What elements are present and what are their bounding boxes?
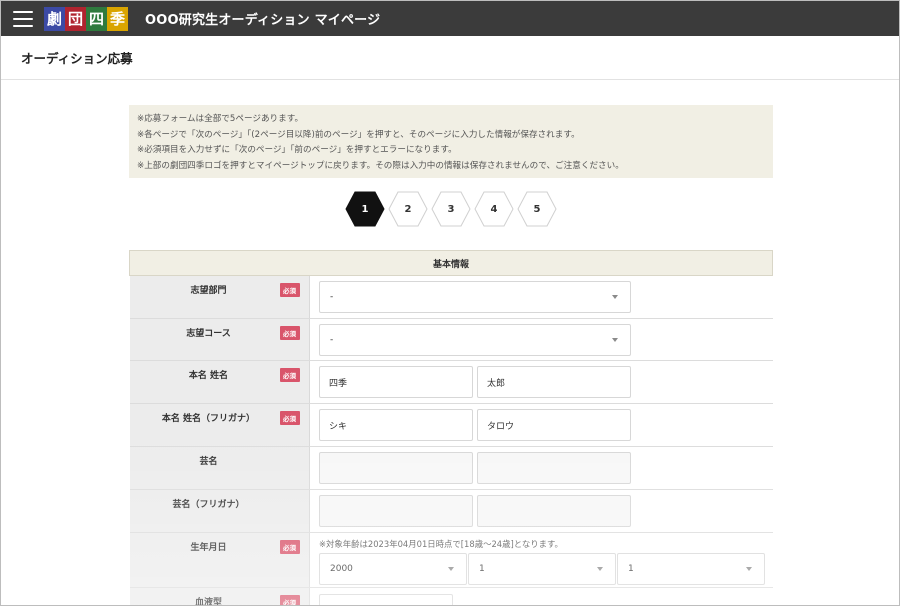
- select-value: 2000: [330, 564, 353, 574]
- last-name-input[interactable]: 四季: [319, 366, 473, 398]
- birth-month-select[interactable]: 1: [468, 553, 616, 585]
- select-value: 1: [628, 564, 634, 574]
- required-badge: 必須: [279, 326, 300, 340]
- logo-char-2: 団: [65, 6, 86, 31]
- birth-year-select[interactable]: 2000: [319, 553, 467, 585]
- logo-char-4: 季: [107, 6, 128, 31]
- step-label: 3: [447, 203, 455, 215]
- course-select[interactable]: -: [319, 323, 631, 356]
- select-value: -: [330, 334, 334, 345]
- field-label: 血液型: [194, 598, 222, 606]
- form-row-real-name-kana: 本名 姓名（フリガナ） 必須 シキ タロウ: [129, 403, 773, 447]
- form-row-real-name: 本名 姓名 必須 四季 太郎: [129, 360, 773, 404]
- notice-line: ※上部の劇団四季ロゴを押すとマイページトップに戻ります。その際は入力中の情報は保…: [137, 160, 624, 171]
- field-label-cell: 生年月日 必須: [129, 532, 310, 588]
- chevron-down-icon: [612, 337, 618, 342]
- stage-last-name-input[interactable]: [319, 452, 473, 484]
- step-4[interactable]: 4: [474, 191, 514, 227]
- stage-first-name-input[interactable]: [477, 452, 631, 484]
- field-label-cell: 血液型 必須: [129, 587, 310, 606]
- logo-char-3: 四: [86, 6, 107, 31]
- notice-line: ※各ページで「次のページ」「(2ページ目以降)前のページ」を押すと、そのページに…: [137, 129, 580, 140]
- step-indicator: 1 2 3 4 5: [345, 191, 559, 229]
- step-label: 1: [361, 203, 369, 215]
- field-label-cell: 芸名: [129, 446, 310, 490]
- field-label: 芸名（フリガナ）: [172, 500, 245, 510]
- chevron-down-icon: [448, 567, 454, 571]
- required-badge: 必須: [279, 368, 300, 382]
- birth-day-select[interactable]: 1: [617, 553, 765, 585]
- select-value: -: [330, 292, 334, 302]
- notice-line: ※応募フォームは全部で5ページあります。: [137, 114, 304, 124]
- page-title: オーディション応募: [21, 51, 133, 66]
- field-label: 志望コース: [186, 329, 231, 339]
- field-label-cell: 志望コース 必須: [129, 318, 310, 361]
- chevron-down-icon: [612, 295, 618, 299]
- section-title: 基本情報: [129, 250, 773, 276]
- shiki-logo[interactable]: 劇 団 四 季: [44, 6, 128, 31]
- step-label: 2: [404, 203, 412, 215]
- field-label-cell: 本名 姓名（フリガナ） 必須: [129, 403, 310, 447]
- chevron-down-icon: [746, 567, 752, 571]
- stage-last-name-kana-input[interactable]: [319, 495, 473, 527]
- required-badge: 必須: [279, 595, 300, 605]
- form-row-stage-name-kana: 芸名（フリガナ）: [129, 489, 773, 533]
- step-label: 5: [533, 203, 541, 215]
- stage-first-name-kana-input[interactable]: [477, 495, 631, 527]
- step-5[interactable]: 5: [517, 191, 557, 227]
- chevron-down-icon: [597, 567, 603, 571]
- field-label: 志望部門: [190, 286, 227, 296]
- step-2[interactable]: 2: [388, 191, 428, 227]
- blood-type-select[interactable]: [319, 594, 453, 605]
- hamburger-menu-icon[interactable]: [13, 10, 33, 27]
- notice-box: ※応募フォームは全部で5ページあります。 ※各ページで「次のページ」「(2ページ…: [129, 105, 773, 178]
- form-row-course: 志望コース 必須 -: [129, 318, 773, 361]
- field-label: 生年月日: [190, 543, 227, 553]
- step-3[interactable]: 3: [431, 191, 471, 227]
- app-title: OOO研究生オーディション マイページ: [145, 13, 381, 28]
- field-label-cell: 志望部門 必須: [129, 275, 310, 319]
- required-badge: 必須: [279, 411, 300, 425]
- first-name-kana-input[interactable]: タロウ: [477, 409, 631, 441]
- first-name-input[interactable]: 太郎: [477, 366, 631, 398]
- form-row-birthdate: 生年月日 必須 ※対象年齢は2023年04月01日時点で[18歳〜24歳]となり…: [129, 532, 773, 588]
- field-label-cell: 本名 姓名 必須: [129, 360, 310, 404]
- step-1[interactable]: 1: [345, 191, 385, 227]
- select-value: 1: [479, 564, 485, 574]
- required-badge: 必須: [279, 283, 300, 297]
- step-label: 4: [490, 203, 498, 215]
- form-row-department: 志望部門 必須 -: [129, 275, 773, 319]
- department-select[interactable]: -: [319, 281, 631, 313]
- basic-info-form: 基本情報 志望部門 必須 - 志望コース 必須 - 本名 姓名 必須 四季 太郎…: [129, 250, 773, 606]
- notice-line: ※必須項目を入力せずに「次のページ」「前のページ」を押すとエラーになります。: [137, 145, 457, 155]
- logo-char-1: 劇: [44, 6, 65, 31]
- page-frame: 劇 団 四 季 OOO研究生オーディション マイページ オーディション応募 ※応…: [0, 0, 900, 606]
- form-row-blood-type: 血液型 必須: [129, 587, 773, 606]
- form-row-stage-name: 芸名: [129, 446, 773, 490]
- required-badge: 必須: [279, 540, 300, 554]
- top-bar: 劇 団 四 季 OOO研究生オーディション マイページ: [1, 1, 899, 36]
- age-note: ※対象年齢は2023年04月01日時点で[18歳〜24歳]となります。: [319, 539, 563, 549]
- last-name-kana-input[interactable]: シキ: [319, 409, 473, 441]
- field-label: 芸名: [199, 457, 218, 467]
- field-label: 本名 姓名（フリガナ）: [161, 414, 256, 424]
- field-label-cell: 芸名（フリガナ）: [129, 489, 310, 533]
- field-label: 本名 姓名: [188, 371, 229, 381]
- page-header: オーディション応募: [1, 36, 899, 80]
